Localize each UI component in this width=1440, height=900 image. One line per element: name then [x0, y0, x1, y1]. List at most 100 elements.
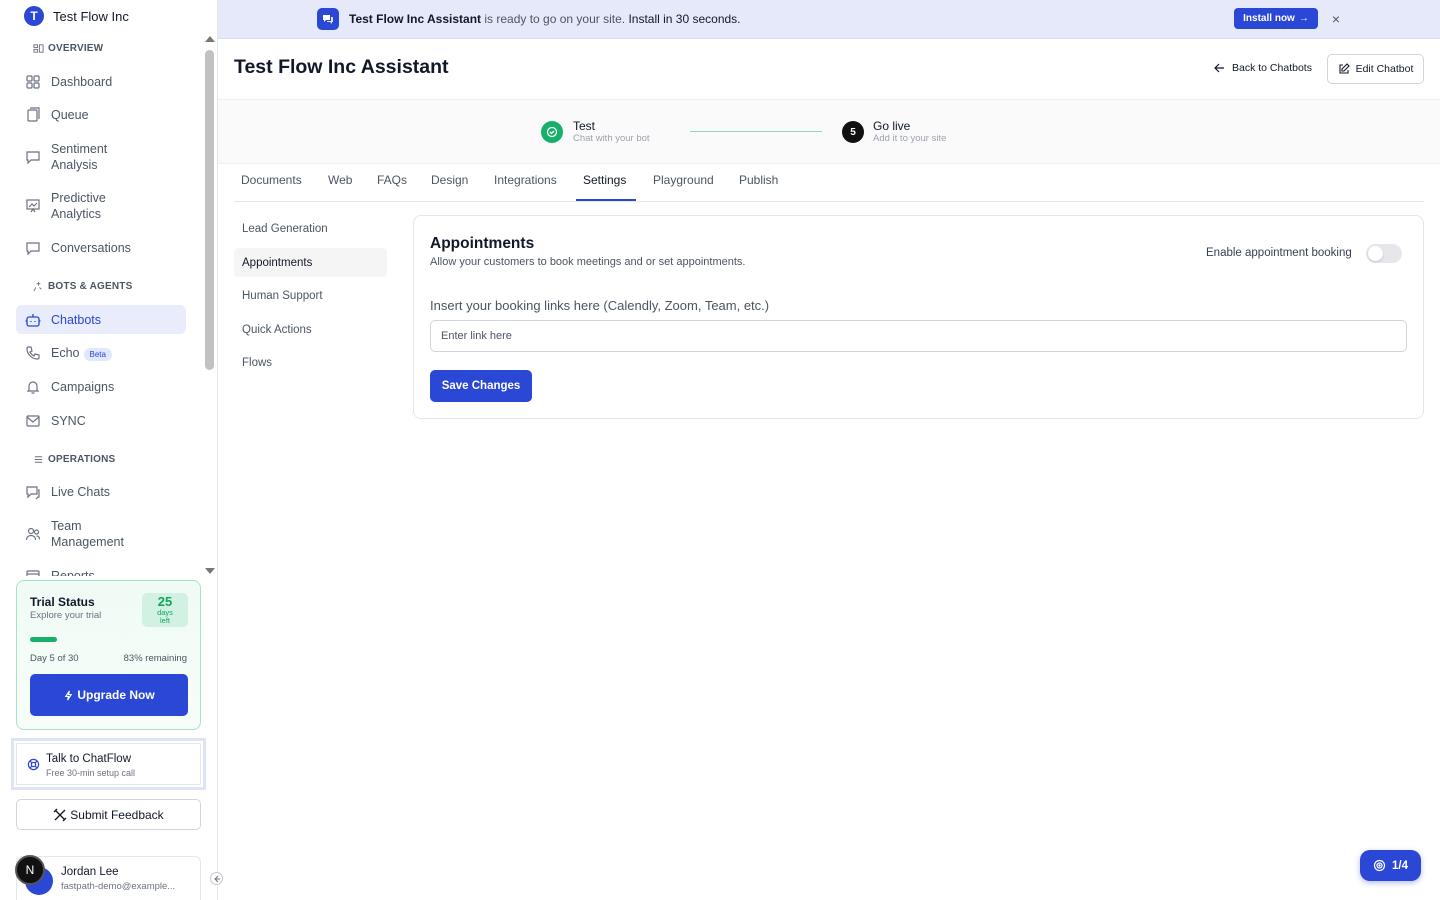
tab-faqs[interactable]: FAQs — [377, 173, 407, 187]
appointments-title: Appointments — [430, 235, 535, 252]
bell-icon — [26, 381, 40, 394]
upgrade-now-button[interactable]: Upgrade Now — [30, 674, 188, 716]
tools-icon — [53, 808, 67, 821]
tab-playground[interactable]: Playground — [653, 173, 714, 187]
tab-settings[interactable]: Settings — [583, 173, 626, 187]
bot-icon — [25, 313, 41, 327]
booking-links-label: Insert your booking links here (Calendly… — [430, 298, 770, 313]
booking-link-input[interactable] — [430, 320, 1407, 352]
install-banner: Test Flow Inc Assistant is ready to go o… — [218, 0, 1440, 39]
sidebar-item-live-chats[interactable]: Live Chats — [16, 484, 186, 500]
trial-day-text: Day 5 of 30 — [30, 653, 79, 664]
back-to-chatbots-link[interactable]: Back to Chatbots — [1213, 62, 1312, 74]
step-go-live-number: 5 — [842, 121, 864, 143]
trial-remaining-text: 83% remaining — [123, 653, 187, 664]
settings-nav-human-support[interactable]: Human Support — [234, 281, 387, 310]
mail-icon — [26, 415, 40, 427]
chat-bubbles-icon — [317, 8, 339, 30]
dev-tools-badge[interactable]: N — [15, 855, 45, 885]
edit-label: Edit Chatbot — [1355, 63, 1414, 75]
enable-appointment-booking-toggle[interactable] — [1366, 244, 1402, 263]
submit-feedback-button[interactable]: Submit Feedback — [16, 799, 201, 830]
banner-message: Test Flow Inc Assistant is ready to go o… — [349, 12, 741, 26]
check-circle-icon — [541, 121, 563, 143]
tour-label: 1/4 — [1392, 859, 1408, 872]
sidebar-item-sync[interactable]: SYNC — [16, 413, 186, 429]
sidebar-item-dashboard[interactable]: Dashboard — [16, 74, 186, 90]
days-left-badge: 25 days left — [142, 593, 188, 627]
sidebar-item-label: Dashboard — [51, 75, 113, 89]
scroll-thumb[interactable] — [205, 50, 214, 370]
step-go-live-subtitle: Add it to your site — [873, 133, 947, 144]
chart-board-icon — [26, 199, 40, 213]
step-connector — [690, 131, 822, 132]
brand-name: Test Flow Inc — [53, 8, 129, 24]
tab-documents[interactable]: Documents — [241, 173, 302, 187]
sidebar-item-echo[interactable]: Echo Beta — [16, 345, 186, 361]
queue-icon — [27, 107, 40, 122]
trial-status-card: Trial Status Explore your trial 25 days … — [16, 580, 201, 730]
talk-subtitle: Free 30-min setup call — [46, 768, 136, 778]
sidebar-item-label: Team Management — [51, 519, 124, 549]
active-tab-indicator — [576, 199, 636, 201]
edit-chatbot-button[interactable]: Edit Chatbot — [1327, 54, 1424, 84]
feedback-label: Submit Feedback — [70, 807, 164, 822]
sidebar-item-label: Conversations — [51, 241, 131, 255]
tab-publish[interactable]: Publish — [739, 173, 778, 187]
settings-nav-quick-actions[interactable]: Quick Actions — [234, 315, 387, 344]
scroll-down-arrow-icon[interactable] — [205, 568, 215, 574]
sidebar-item-reports[interactable]: Reports — [16, 568, 186, 576]
brand[interactable]: T Test Flow Inc — [24, 6, 129, 26]
setup-steps: Test Chat with your bot 5 Go live Add it… — [218, 99, 1440, 164]
tab-design[interactable]: Design — [431, 173, 468, 187]
brand-logo: T — [24, 6, 44, 26]
section-bots-label: BOTS & AGENTS — [48, 281, 133, 292]
tab-integrations[interactable]: Integrations — [494, 173, 557, 187]
sidebar-item-team-management[interactable]: Team Management — [16, 518, 186, 550]
tab-web[interactable]: Web — [328, 173, 352, 187]
trial-title: Trial Status — [30, 595, 95, 609]
lifebuoy-icon — [27, 758, 40, 771]
sidebar-item-predictive-analytics[interactable]: Predictive Analytics — [16, 190, 186, 222]
sidebar-item-queue[interactable]: Queue — [16, 107, 186, 123]
scroll-up-arrow-icon[interactable] — [205, 36, 215, 42]
settings-nav-flows[interactable]: Flows — [234, 348, 387, 377]
sidebar-item-conversations[interactable]: Conversations — [16, 240, 186, 256]
sidebar-item-label: Reports — [51, 569, 95, 576]
sidebar-item-label: SYNC — [51, 414, 86, 428]
step-test-title: Test — [573, 119, 596, 133]
user-profile[interactable]: Jordan Lee fastpath-demo@example... — [16, 856, 201, 900]
trial-progress-bar — [30, 637, 188, 642]
sidebar-item-label: Live Chats — [51, 485, 111, 499]
sidebar-item-sentiment-analysis[interactable]: Sentiment Analysis — [16, 141, 186, 173]
trial-subtitle: Explore your trial — [30, 610, 102, 621]
sidebar-item-chatbots[interactable]: Chatbots — [16, 305, 186, 334]
section-operations-label: OPERATIONS — [48, 454, 116, 465]
step-test-subtitle: Chat with your bot — [573, 133, 650, 144]
settings-nav-lead-generation[interactable]: Lead Generation — [234, 214, 387, 243]
user-email: fastpath-demo@example... — [61, 881, 176, 892]
talk-to-chatflow-card[interactable]: Talk to ChatFlow Free 30-min setup call — [11, 738, 206, 790]
sidebar-item-label: Queue — [51, 108, 89, 122]
close-icon[interactable]: × — [1329, 12, 1343, 26]
edit-icon — [1339, 63, 1350, 74]
save-changes-button[interactable]: Save Changes — [430, 370, 532, 402]
sidebar-item-campaigns[interactable]: Campaigns — [16, 379, 186, 395]
talk-title: Talk to ChatFlow — [46, 753, 132, 765]
section-overview: OVERVIEW — [33, 43, 103, 54]
section-bots-agents: BOTS & AGENTS — [33, 281, 132, 292]
back-label: Back to Chatbots — [1232, 62, 1312, 74]
sidebar-item-label: Chatbots — [51, 312, 102, 327]
banner-cta: Install in 30 seconds. — [628, 12, 741, 26]
collapse-sidebar-button[interactable] — [210, 872, 223, 885]
sidebar-scrollbar[interactable] — [204, 36, 215, 576]
section-overview-label: OVERVIEW — [48, 43, 104, 54]
arrow-left-icon — [1214, 63, 1224, 73]
days-left-number: 25 — [157, 594, 173, 609]
settings-nav-appointments[interactable]: Appointments — [234, 248, 387, 277]
tour-progress-button[interactable]: 1/4 — [1360, 850, 1421, 881]
install-now-button[interactable]: Install now → — [1234, 8, 1318, 29]
chat-icon — [26, 486, 40, 500]
dashboard-icon — [26, 75, 40, 89]
sidebar-nav: OVERVIEW Dashboard Queue Sentiment Analy… — [0, 36, 204, 576]
